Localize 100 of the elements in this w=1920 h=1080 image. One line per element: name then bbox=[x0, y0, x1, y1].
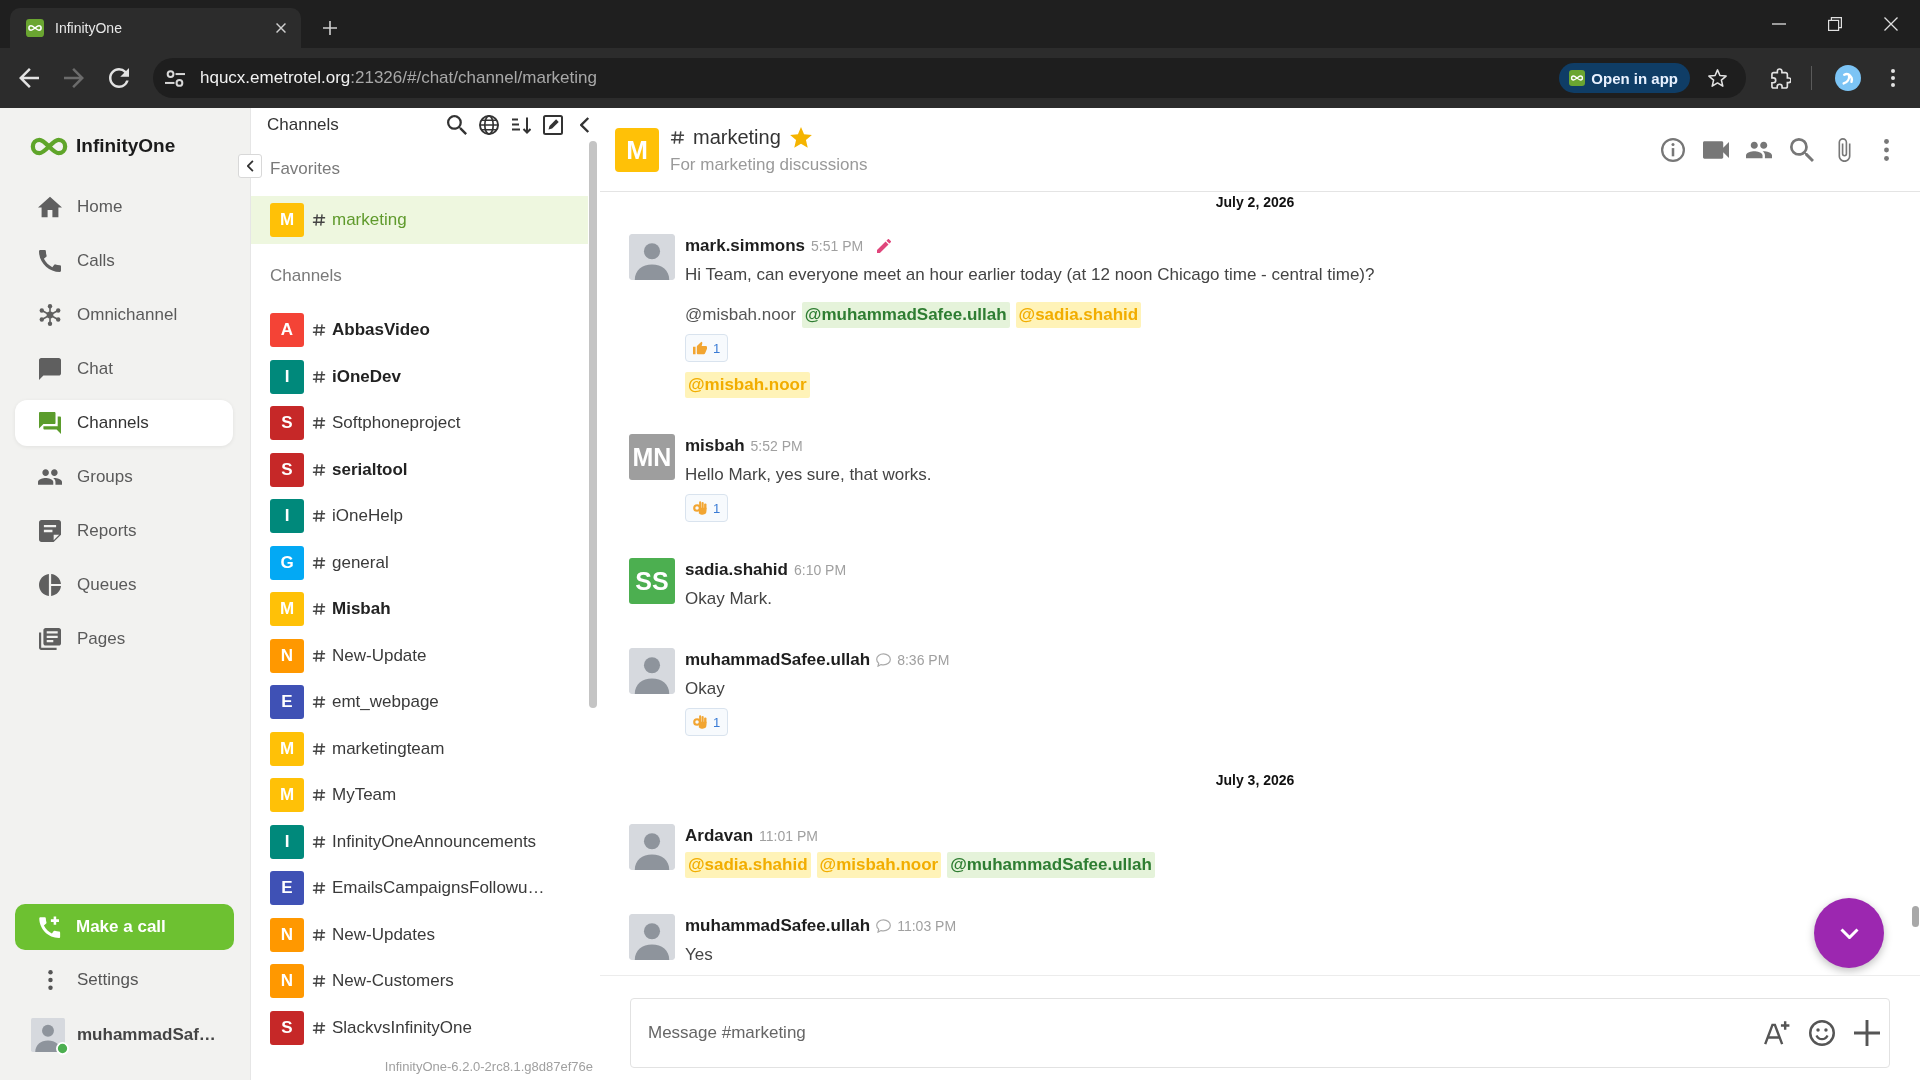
channel-avatar: E bbox=[270, 685, 304, 720]
smiley-icon[interactable] bbox=[1809, 1020, 1835, 1046]
message-text: Okay bbox=[685, 678, 725, 700]
sort-icon[interactable] bbox=[511, 115, 531, 135]
nav-item[interactable]: Channels bbox=[15, 400, 233, 446]
channel-item[interactable]: N New-Updates bbox=[251, 911, 588, 958]
channel-avatar: S bbox=[270, 406, 304, 441]
restore-icon[interactable] bbox=[1828, 17, 1842, 31]
channel-item[interactable]: I iOneDev bbox=[251, 353, 588, 400]
chat-bubbles-icon bbox=[38, 412, 62, 434]
person-silhouette-icon bbox=[629, 914, 675, 960]
channel-item[interactable]: M marketingteam bbox=[251, 725, 588, 772]
url-text[interactable]: hqucx.emetrotel.org:21326/#/chat/channel/marketing bbox=[200, 68, 597, 88]
kebab-menu-icon[interactable] bbox=[1884, 138, 1889, 161]
profile-avatar-icon[interactable] bbox=[1835, 65, 1861, 91]
browser-tab[interactable]: InfinityOne bbox=[10, 8, 301, 48]
text-format-icon[interactable] bbox=[1764, 1020, 1790, 1046]
author-name[interactable]: muhammadSafee.ullah bbox=[685, 916, 871, 936]
scrollbar-thumb[interactable] bbox=[589, 141, 597, 708]
channel-title: marketing bbox=[693, 126, 781, 149]
puzzle-icon[interactable] bbox=[1771, 67, 1791, 89]
author-name[interactable]: misbah bbox=[685, 436, 745, 456]
new-tab-icon[interactable] bbox=[323, 21, 337, 35]
channel-avatar: A bbox=[270, 313, 304, 348]
nav-item[interactable]: Pages bbox=[15, 616, 233, 662]
mention-chip[interactable]: @muhammadSafee.ullah bbox=[947, 852, 1155, 878]
ok-hand-icon bbox=[693, 715, 707, 729]
person-silhouette-icon bbox=[629, 824, 675, 870]
settings-item[interactable]: Settings bbox=[15, 958, 233, 1002]
address-bar[interactable]: hqucx.emetrotel.org:21326/#/chat/channel/marketing Open in app bbox=[153, 58, 1746, 98]
phone-icon bbox=[38, 250, 62, 272]
section-label: Favorites bbox=[270, 159, 340, 179]
message-time: 6:10 PM bbox=[794, 562, 847, 578]
channel-item[interactable]: E EmailsCampaignsFollowu… bbox=[251, 865, 588, 912]
site-settings-icon[interactable] bbox=[165, 69, 185, 87]
hash-icon bbox=[312, 213, 326, 227]
chevron-left-icon bbox=[246, 160, 254, 172]
info-icon[interactable] bbox=[1660, 137, 1686, 162]
plus-icon[interactable] bbox=[1854, 1020, 1880, 1046]
hash-icon bbox=[312, 881, 326, 896]
channel-avatar: N bbox=[270, 638, 304, 673]
hash-icon bbox=[670, 130, 685, 145]
author-name[interactable]: sadia.shahid bbox=[685, 560, 788, 580]
bookmark-star-icon[interactable] bbox=[1708, 69, 1727, 87]
author-name[interactable]: mark.simmons bbox=[685, 236, 805, 256]
star-icon[interactable] bbox=[789, 127, 812, 148]
channel-avatar: M bbox=[270, 203, 304, 237]
nav-item[interactable]: Chat bbox=[15, 346, 233, 392]
nav-item[interactable]: Calls bbox=[15, 238, 233, 284]
nav-item[interactable]: Omnichannel bbox=[15, 292, 233, 338]
compose-icon[interactable] bbox=[543, 115, 563, 135]
channel-item[interactable]: S serialtool bbox=[251, 446, 588, 493]
author-name[interactable]: muhammadSafee.ullah bbox=[685, 650, 871, 670]
phone-plus-icon bbox=[39, 916, 61, 938]
channel-item[interactable]: M MyTeam bbox=[251, 772, 588, 819]
channel-item[interactable]: I iOneHelp bbox=[251, 493, 588, 540]
channel-item[interactable]: N New-Update bbox=[251, 632, 588, 679]
channel-avatar: S bbox=[270, 1010, 304, 1045]
mention-chip[interactable]: @muhammadSafee.ullah bbox=[801, 302, 1010, 328]
infinity-logo-icon bbox=[30, 136, 68, 156]
hash-icon bbox=[312, 555, 326, 570]
channel-item[interactable]: S SlackvsInfinityOne bbox=[251, 1004, 588, 1051]
reload-icon[interactable] bbox=[109, 68, 129, 88]
message-input[interactable]: Message #marketing bbox=[630, 998, 1890, 1068]
scrollbar-thumb[interactable] bbox=[1912, 906, 1919, 927]
user-menu[interactable]: muhammadSaf… bbox=[15, 1012, 233, 1058]
channel-item[interactable]: N New-Customers bbox=[251, 958, 588, 1005]
channel-avatar: E bbox=[270, 871, 304, 906]
message-time: 8:36 PM bbox=[897, 652, 950, 668]
author-name[interactable]: Ardavan bbox=[685, 826, 754, 846]
nav-item[interactable]: Groups bbox=[15, 454, 233, 500]
hash-icon bbox=[312, 1020, 326, 1035]
channel-avatar: I bbox=[270, 359, 304, 394]
reaction-button[interactable]: 1 bbox=[685, 494, 729, 522]
close-window-icon[interactable] bbox=[1884, 17, 1898, 31]
nav-item[interactable]: Reports bbox=[15, 508, 233, 554]
paperclip-icon[interactable] bbox=[1838, 137, 1851, 162]
channel-item[interactable]: S Softphoneproject bbox=[251, 400, 588, 447]
close-tab-icon[interactable] bbox=[276, 23, 286, 33]
message-text: Hi Team, can everyone meet an hour earlier today (at 12 noon Chicago time - central time)? bbox=[685, 264, 1375, 286]
hash-icon bbox=[312, 509, 326, 524]
reaction-button[interactable]: 1 bbox=[685, 708, 729, 736]
back-arrow-icon[interactable] bbox=[19, 68, 39, 88]
nav-item[interactable]: Home bbox=[15, 184, 233, 230]
channel-item[interactable]: G general bbox=[251, 539, 588, 586]
globe-icon[interactable] bbox=[479, 115, 499, 135]
chevron-left-icon[interactable] bbox=[580, 117, 590, 133]
reaction-button[interactable]: 1 bbox=[685, 334, 729, 362]
channel-item[interactable]: M Misbah bbox=[251, 586, 588, 633]
channel-item[interactable]: I InfinityOneAnnouncements bbox=[251, 818, 588, 865]
nav-item[interactable]: Queues bbox=[15, 562, 233, 608]
collapse-sidebar-button[interactable] bbox=[238, 154, 262, 178]
open-in-app-button[interactable]: Open in app bbox=[1559, 63, 1690, 93]
panel-title: Channels bbox=[267, 115, 339, 135]
menu-icon[interactable] bbox=[1891, 69, 1895, 87]
channel-item[interactable]: A AbbasVideo bbox=[251, 307, 588, 354]
channel-item[interactable]: E emt_webpage bbox=[251, 679, 588, 726]
scroll-to-bottom-button[interactable] bbox=[1814, 898, 1884, 968]
note-icon bbox=[38, 520, 62, 542]
search-icon[interactable] bbox=[447, 115, 467, 135]
